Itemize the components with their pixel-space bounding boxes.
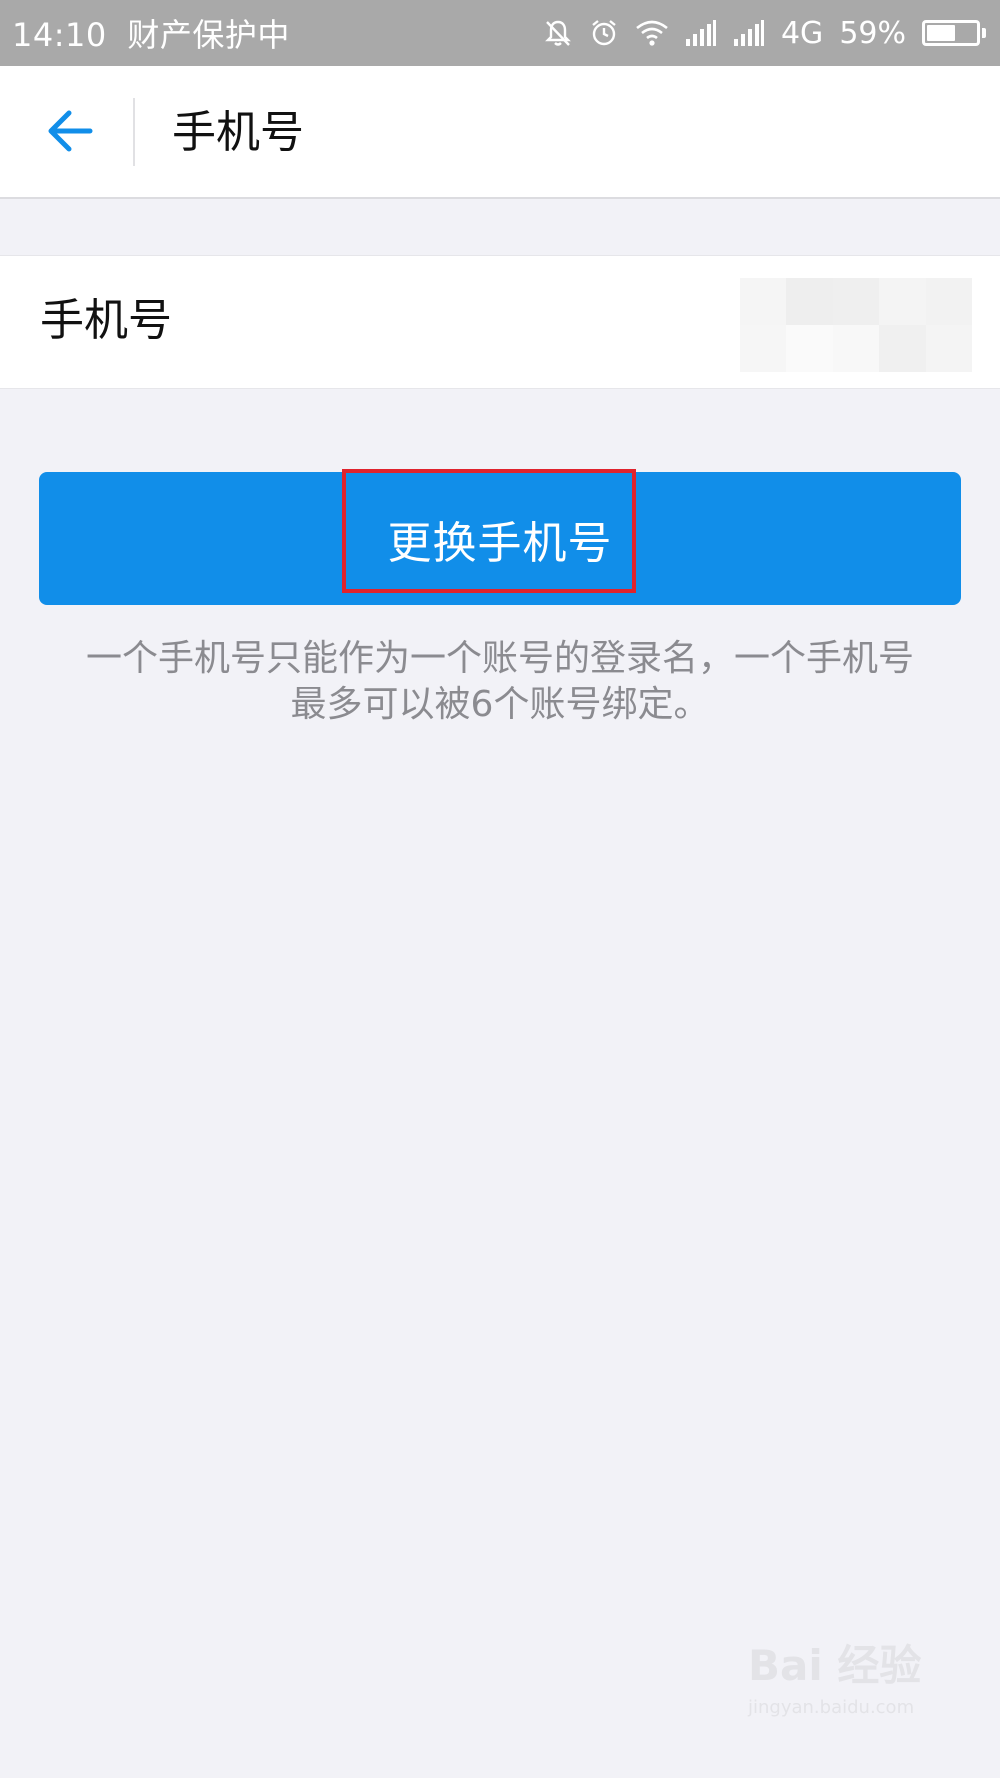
battery-icon bbox=[922, 20, 986, 46]
nav-divider bbox=[133, 98, 135, 166]
signal-icon bbox=[685, 19, 717, 47]
status-bar: 14:10 财产保护中 4G 59% bbox=[0, 0, 1000, 66]
nav-header: 手机号 bbox=[0, 66, 1000, 199]
battery-tip bbox=[982, 28, 986, 38]
change-phone-button-label: 更换手机号 bbox=[387, 517, 613, 569]
phone-number-row: 手机号 bbox=[0, 255, 1000, 389]
back-button[interactable] bbox=[30, 88, 110, 178]
signal-icon bbox=[733, 19, 765, 47]
battery-fill bbox=[927, 25, 956, 41]
page-title: 手机号 bbox=[172, 107, 304, 158]
wifi-icon bbox=[635, 19, 669, 47]
help-note-line-2: 最多可以被6个账号绑定。 bbox=[290, 684, 710, 725]
baidu-jingyan-watermark: Bai 经验 jingyan.baidu.com bbox=[748, 1632, 948, 1742]
phone-number-label: 手机号 bbox=[40, 295, 172, 346]
watermark-logo: Bai 经验 bbox=[748, 1641, 922, 1690]
battery-body bbox=[922, 20, 980, 46]
battery-percent: 59% bbox=[839, 15, 906, 51]
phone-number-value-pixelated bbox=[740, 278, 972, 372]
help-note-line-1: 一个手机号只能作为一个账号的登录名，一个手机号 bbox=[85, 638, 914, 679]
alarm-icon bbox=[589, 18, 619, 48]
status-left: 14:10 财产保护中 bbox=[12, 10, 290, 56]
bell-off-icon bbox=[543, 18, 573, 48]
status-mode: 财产保护中 bbox=[127, 16, 290, 54]
arrow-left-icon bbox=[46, 109, 94, 157]
watermark-url: jingyan.baidu.com bbox=[748, 1697, 915, 1718]
help-note: 一个手机号只能作为一个账号的登录名，一个手机号 最多可以被6个账号绑定。 bbox=[40, 636, 960, 728]
change-phone-button[interactable]: 更换手机号 bbox=[39, 472, 961, 605]
status-right: 4G 59% bbox=[543, 16, 986, 51]
network-type: 4G bbox=[780, 15, 824, 51]
status-time: 14:10 bbox=[12, 16, 107, 54]
